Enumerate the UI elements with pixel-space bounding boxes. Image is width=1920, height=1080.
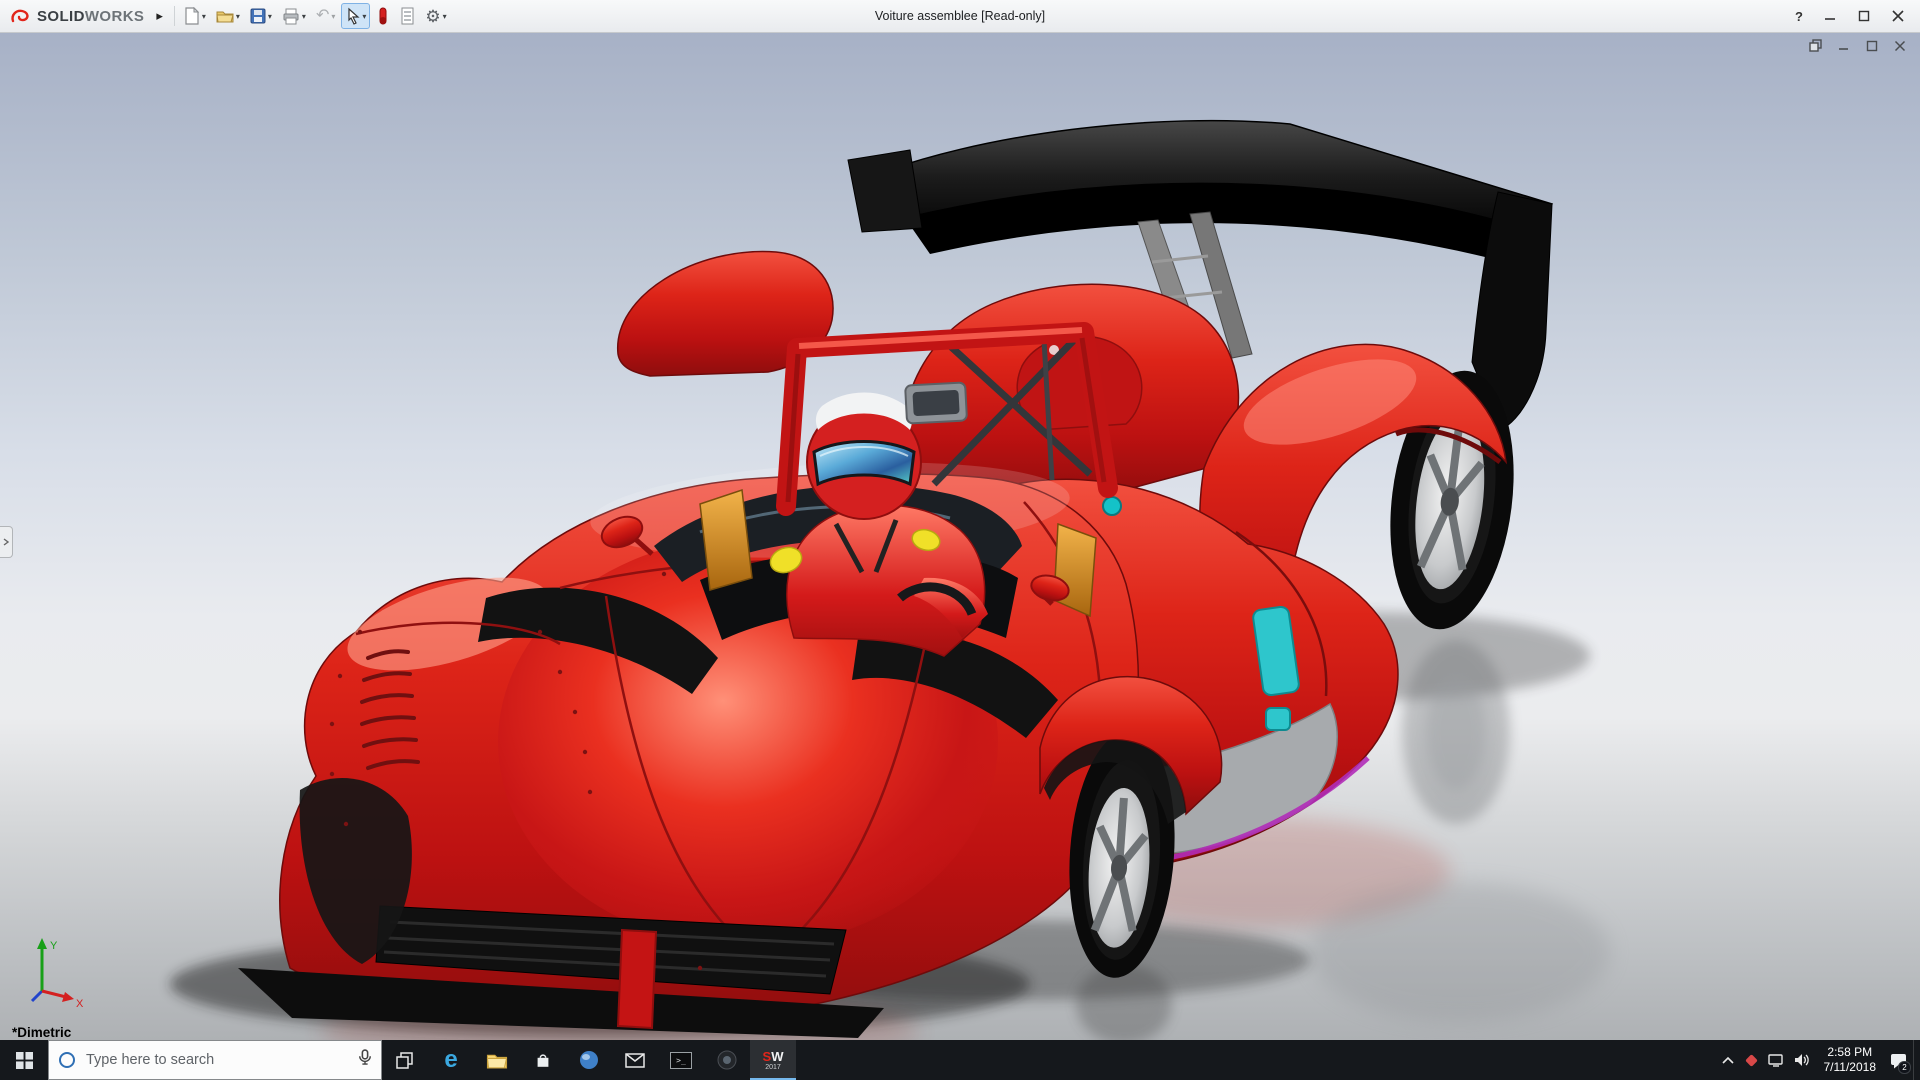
restore-window-icon: [1809, 39, 1823, 52]
file-properties-icon: [400, 7, 415, 25]
solidworks-logo: SOLIDWORKS: [0, 8, 150, 25]
close-icon: [1892, 10, 1904, 22]
title-bar: SOLIDWORKS ▸ ▾ ▾: [0, 0, 1920, 33]
nose-pylon: [618, 930, 656, 1028]
doc-restore-button[interactable]: [1805, 37, 1826, 54]
solidworks-window: SOLIDWORKS ▸ ▾ ▾: [0, 0, 1920, 1080]
clock-time: 2:58 PM: [1827, 1045, 1872, 1060]
dropdown-arrow[interactable]: ▾: [331, 12, 335, 21]
save-icon: [250, 8, 266, 24]
dropdown-arrow[interactable]: ▾: [268, 12, 272, 21]
brand-name: SOLIDWORKS: [37, 8, 144, 25]
show-hidden-icons-button[interactable]: [1716, 1040, 1740, 1080]
command-prompt-icon: >_: [670, 1052, 692, 1069]
ds-logo-icon: [10, 8, 34, 24]
select-cursor-icon: [345, 7, 360, 25]
windows-taskbar: e >_: [0, 1040, 1920, 1080]
separator: [174, 6, 175, 26]
system-tray: 2:58 PM 7/11/2018 2: [1716, 1040, 1920, 1080]
close-icon: [1894, 40, 1906, 52]
undo-icon: ↶: [316, 8, 329, 24]
tray-app-icon[interactable]: [1740, 1040, 1763, 1080]
doc-minimize-button[interactable]: [1833, 37, 1854, 54]
window-controls: ?: [1786, 4, 1920, 28]
help-button[interactable]: ?: [1786, 9, 1812, 24]
edge-taskbar-icon[interactable]: e: [428, 1040, 474, 1080]
doc-close-button[interactable]: [1889, 37, 1910, 54]
dropdown-arrow[interactable]: ▾: [202, 12, 206, 21]
minimize-button[interactable]: [1814, 4, 1846, 28]
dark-disc-app-icon[interactable]: [704, 1040, 750, 1080]
new-document-icon: [184, 7, 200, 25]
dropdown-arrow[interactable]: ▾: [236, 12, 240, 21]
microphone-icon[interactable]: [358, 1048, 372, 1072]
mail-taskbar-icon[interactable]: [612, 1040, 658, 1080]
store-taskbar-icon[interactable]: [520, 1040, 566, 1080]
task-view-icon: [396, 1051, 414, 1069]
graphics-viewport[interactable]: Y X *Dimetric: [0, 32, 1920, 1040]
mail-icon: [625, 1053, 645, 1068]
notification-badge: 2: [1898, 1061, 1911, 1074]
chevron-right-icon: [3, 538, 9, 546]
new-document-button[interactable]: ▾: [180, 3, 210, 29]
triad-x-label: X: [76, 998, 84, 1009]
close-button[interactable]: [1882, 4, 1914, 28]
task-view-button[interactable]: [382, 1040, 428, 1080]
maximize-button[interactable]: [1848, 4, 1880, 28]
view-orientation-label: *Dimetric: [12, 1025, 71, 1040]
maximize-icon: [1866, 40, 1878, 52]
action-center-button[interactable]: 2: [1885, 1040, 1913, 1080]
open-button[interactable]: ▾: [212, 3, 244, 29]
rearview-mirror: [905, 382, 967, 423]
toolbar-flyout-arrow[interactable]: ▸: [150, 8, 169, 24]
open-folder-icon: [216, 8, 234, 24]
doc-maximize-button[interactable]: [1861, 37, 1882, 54]
rebuild-button[interactable]: [372, 3, 394, 29]
solidworks-taskbar-icon[interactable]: SW 2017: [750, 1040, 796, 1080]
search-input[interactable]: [84, 1051, 318, 1069]
clock-date: 7/11/2018: [1824, 1060, 1877, 1075]
start-button[interactable]: [0, 1040, 48, 1080]
feature-tree-collapsed-tab[interactable]: [0, 526, 13, 558]
command-prompt-taskbar-icon[interactable]: >_: [658, 1040, 704, 1080]
print-button[interactable]: ▾: [278, 3, 310, 29]
rebuild-icon: [376, 7, 390, 25]
maximize-icon: [1858, 10, 1870, 22]
orientation-triad[interactable]: Y X: [12, 935, 96, 1014]
minimize-icon: [1838, 40, 1850, 52]
globe-app-icon[interactable]: [566, 1040, 612, 1080]
store-bag-icon: [534, 1051, 552, 1070]
options-gear-icon: ⚙: [425, 8, 440, 25]
quick-access-toolbar: ▾ ▾ ▾ ▾: [180, 3, 451, 29]
car-3d-model[interactable]: [0, 32, 1920, 1040]
print-icon: [282, 8, 300, 25]
file-explorer-icon: [486, 1051, 508, 1069]
network-icon[interactable]: [1763, 1040, 1789, 1080]
chevron-up-icon: [1721, 1055, 1735, 1065]
show-desktop-button[interactable]: [1913, 1040, 1920, 1080]
dropdown-arrow[interactable]: ▾: [362, 12, 366, 21]
taskbar-clock[interactable]: 2:58 PM 7/11/2018: [1815, 1045, 1886, 1075]
options-button[interactable]: ⚙ ▾: [421, 3, 450, 29]
edge-icon: e: [444, 1048, 457, 1072]
windows-logo-icon: [16, 1052, 33, 1069]
cortana-icon: [58, 1051, 76, 1069]
triad-y-label: Y: [50, 940, 58, 952]
dropdown-arrow[interactable]: ▾: [302, 12, 306, 21]
select-tool-button[interactable]: ▾: [341, 3, 370, 29]
save-button[interactable]: ▾: [246, 3, 276, 29]
undo-button[interactable]: ↶ ▾: [312, 3, 339, 29]
file-properties-button[interactable]: [396, 3, 419, 29]
taskbar-search-box[interactable]: [48, 1040, 382, 1080]
file-explorer-taskbar-icon[interactable]: [474, 1040, 520, 1080]
minimize-icon: [1824, 10, 1836, 22]
document-window-controls: [1805, 37, 1910, 54]
volume-icon[interactable]: [1789, 1040, 1815, 1080]
solidworks-app-icon: SW 2017: [763, 1050, 784, 1071]
dropdown-arrow[interactable]: ▾: [443, 12, 447, 21]
